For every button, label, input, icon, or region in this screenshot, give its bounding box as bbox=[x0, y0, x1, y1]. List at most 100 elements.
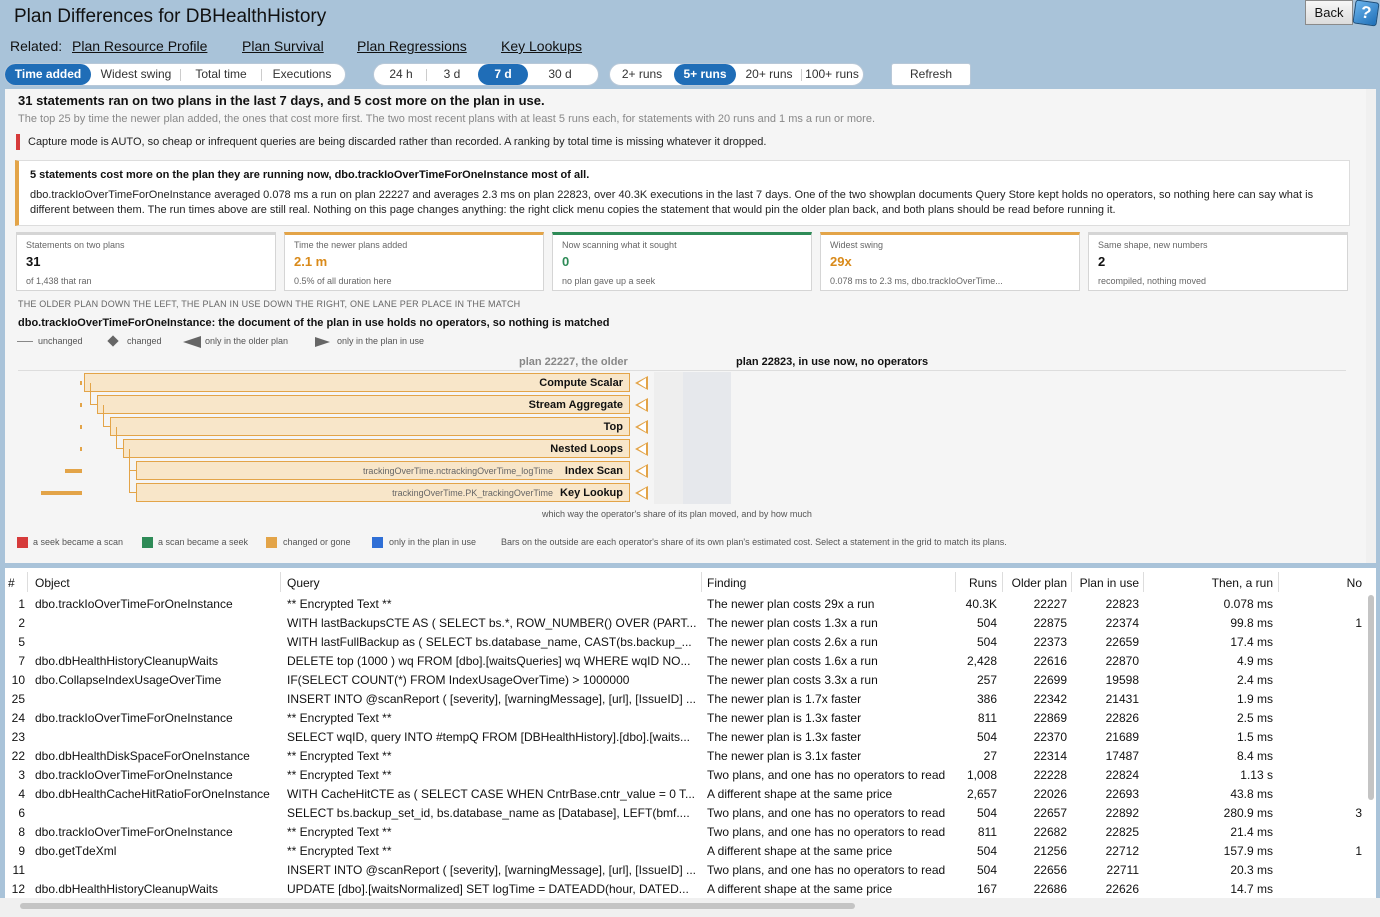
cell-query: SELECT bs.backup_set_id, bs.database_nam… bbox=[287, 806, 690, 820]
cost-share-bar bbox=[80, 447, 82, 451]
operator-name: Compute Scalar bbox=[539, 377, 623, 389]
capture-mode-note: Capture mode is AUTO, so cheap or infreq… bbox=[28, 136, 767, 148]
legend-unchanged: unchanged bbox=[38, 336, 83, 346]
operator-box[interactable]: Index Scan trackingOverTime.nctrackingOve… bbox=[136, 461, 630, 480]
cell-number: 9 bbox=[18, 844, 25, 858]
cell-runs: 1,008 bbox=[966, 768, 997, 782]
right-plan-header: plan 22823, in use now, no operators bbox=[736, 356, 929, 368]
warning-marker bbox=[16, 134, 20, 150]
link-key-lookups[interactable]: Key Lookups bbox=[501, 38, 582, 54]
legend-seek-to-scan: a seek became a scan bbox=[33, 537, 124, 547]
runs-5plus[interactable]: 5+ runs bbox=[674, 64, 736, 85]
window-30d[interactable]: 30 d bbox=[530, 64, 590, 85]
window-segment: 24 h 3 d 7 d 30 d bbox=[373, 63, 599, 86]
operator-box[interactable]: Nested Loops bbox=[123, 439, 630, 458]
window-3d[interactable]: 3 d bbox=[427, 64, 477, 85]
sort-executions[interactable]: Executions bbox=[262, 64, 342, 85]
cell-runs: 504 bbox=[976, 635, 997, 649]
link-plan-survival[interactable]: Plan Survival bbox=[242, 38, 324, 54]
cell-query: ** Encrypted Text ** bbox=[287, 825, 392, 839]
gutter-lane bbox=[654, 372, 683, 504]
cell-runs: 811 bbox=[977, 825, 997, 839]
cell-then-a-run: 1.13 s bbox=[1240, 768, 1273, 782]
card-time-added: Time the newer plans added 2.1 m 0.5% of… bbox=[284, 232, 544, 291]
col-header-now-a-run[interactable]: No bbox=[1278, 574, 1362, 594]
cell-query: WITH lastBackupsCTE AS ( SELECT bs.*, RO… bbox=[287, 616, 697, 630]
older-only-marker-icon bbox=[635, 486, 648, 500]
in-use-swatch bbox=[372, 537, 383, 548]
col-header-finding[interactable]: Finding bbox=[707, 574, 746, 594]
cell-plan-in-use: 22712 bbox=[1105, 844, 1139, 858]
column-divider bbox=[701, 572, 702, 592]
cost-share-bar bbox=[80, 425, 82, 429]
cell-number: 4 bbox=[18, 787, 25, 801]
cell-runs: 2,657 bbox=[966, 787, 997, 801]
cell-number: 8 bbox=[18, 825, 25, 839]
col-header-plan-in-use[interactable]: Plan in use bbox=[1071, 574, 1139, 594]
link-plan-resource-profile[interactable]: Plan Resource Profile bbox=[72, 38, 207, 54]
cell-query: WITH lastFullBackup as ( SELECT bs.datab… bbox=[287, 635, 692, 649]
cell-object bbox=[35, 728, 278, 747]
legend-in-use-only: only in the plan in use bbox=[337, 336, 425, 346]
card-same-shape: Same shape, new numbers 2 recompiled, no… bbox=[1088, 232, 1348, 291]
col-header-runs[interactable]: Runs bbox=[955, 574, 997, 594]
older-only-marker-icon bbox=[635, 398, 648, 412]
card-sub: of 1,438 that ran bbox=[26, 276, 92, 286]
cell-object: dbo.CollapseIndexUsageOverTime bbox=[35, 673, 222, 687]
operator-box[interactable]: Key Lookup trackingOverTime.PK_trackingOv… bbox=[136, 483, 630, 502]
cell-finding: The newer plan is 1.3x faster bbox=[707, 711, 862, 725]
runs-2plus[interactable]: 2+ runs bbox=[610, 64, 674, 85]
summary-subline: The top 25 by time the newer plan added,… bbox=[18, 113, 876, 125]
cell-plan-in-use: 22626 bbox=[1105, 882, 1139, 896]
cell-then-a-run: 17.4 ms bbox=[1230, 635, 1273, 649]
card-sub: recompiled, nothing moved bbox=[1098, 276, 1207, 286]
summary-scrollbar[interactable] bbox=[1366, 89, 1376, 563]
cell-finding: Two plans, and one has no operators to r… bbox=[707, 768, 946, 782]
col-header-object[interactable]: Object bbox=[35, 574, 70, 594]
col-header-older-plan[interactable]: Older plan bbox=[1002, 574, 1067, 594]
operator-name: Index Scan bbox=[564, 465, 623, 477]
operator-box[interactable]: Top bbox=[110, 417, 630, 436]
vertical-scrollbar[interactable] bbox=[1368, 595, 1374, 800]
horizontal-scrollbar[interactable] bbox=[20, 903, 855, 909]
cell-finding: The newer plan costs 1.3x a run bbox=[707, 616, 878, 630]
window-24h[interactable]: 24 h bbox=[374, 64, 428, 85]
col-header-then-a-run[interactable]: Then, a run bbox=[1143, 574, 1273, 594]
cell-now-a-run bbox=[1278, 671, 1362, 690]
window-7d[interactable]: 7 d bbox=[478, 64, 528, 85]
col-header-query[interactable]: Query bbox=[287, 574, 320, 594]
cell-number: 7 bbox=[18, 654, 25, 668]
cell-query: DELETE top (1000 ) wq FROM [dbo].[waitsQ… bbox=[287, 654, 691, 668]
cell-plan-in-use: 17487 bbox=[1105, 749, 1139, 763]
help-icon[interactable]: ? bbox=[1352, 0, 1380, 27]
cell-older-plan: 22227 bbox=[1033, 597, 1067, 611]
cell-object bbox=[35, 690, 278, 709]
cell-older-plan: 22370 bbox=[1033, 730, 1067, 744]
cost-share-bar bbox=[41, 491, 82, 495]
cell-now-a-run bbox=[1278, 595, 1362, 614]
operator-name: Stream Aggregate bbox=[528, 399, 623, 411]
operator-box[interactable]: Compute Scalar bbox=[84, 373, 630, 392]
cell-then-a-run: 1.5 ms bbox=[1236, 730, 1273, 744]
sort-total-time[interactable]: Total time bbox=[181, 64, 261, 85]
sort-widest-swing[interactable]: Widest swing bbox=[92, 64, 180, 85]
runs-100plus[interactable]: 100+ runs bbox=[802, 64, 862, 85]
cell-plan-in-use: 22870 bbox=[1105, 654, 1139, 668]
operator-name: Key Lookup bbox=[560, 487, 623, 499]
tree-connector bbox=[90, 383, 97, 405]
older-only-marker-icon bbox=[635, 442, 648, 456]
operator-box[interactable]: Stream Aggregate bbox=[97, 395, 630, 414]
cell-older-plan: 22699 bbox=[1033, 673, 1067, 687]
cell-plan-in-use: 22826 bbox=[1105, 711, 1139, 725]
link-plan-regressions[interactable]: Plan Regressions bbox=[357, 38, 467, 54]
cell-runs: 504 bbox=[976, 844, 997, 858]
col-header-number[interactable]: # bbox=[8, 574, 15, 594]
refresh-button[interactable]: Refresh bbox=[891, 63, 971, 86]
runs-20plus[interactable]: 20+ runs bbox=[738, 64, 800, 85]
back-button[interactable]: Back bbox=[1305, 0, 1353, 25]
cost-share-bar bbox=[80, 403, 82, 407]
cell-number: 6 bbox=[18, 806, 25, 820]
sort-time-added[interactable]: Time added bbox=[5, 64, 91, 85]
cell-then-a-run: 14.7 ms bbox=[1230, 882, 1273, 896]
cell-then-a-run: 4.9 ms bbox=[1236, 654, 1273, 668]
